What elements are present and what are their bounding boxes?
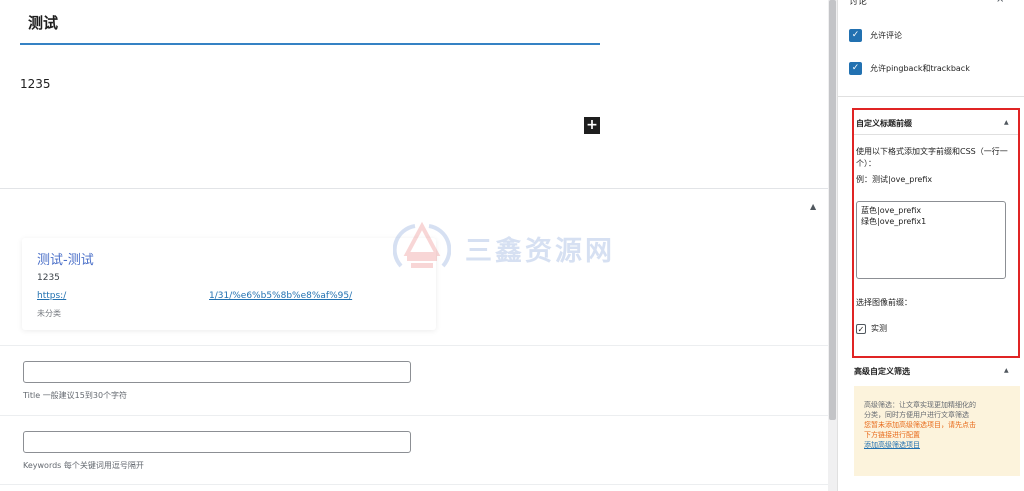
notice-warning-text: 您暂未添加高级筛选项目，请先点击 <box>864 421 976 429</box>
close-icon[interactable]: × <box>996 0 1004 5</box>
preview-excerpt: 1235 <box>37 273 60 283</box>
editor-scrollbar-thumb[interactable] <box>829 0 836 420</box>
notice-text: 分类，同时方便用户进行文章筛选 <box>864 411 969 419</box>
notice-warning-text: 下方链接进行配置 <box>864 431 920 439</box>
title-prefix-textarea[interactable]: 蓝色|ove_prefix 绿色|ove_prefix1 <box>856 201 1006 279</box>
collapse-arrow-icon[interactable]: ▲ <box>810 202 816 211</box>
allow-pingbacks-label: 允许pingback和trackback <box>870 64 970 73</box>
test-prefix-label: 实测 <box>871 324 887 333</box>
checkbox-checked-icon[interactable]: ✓ <box>849 62 862 75</box>
seo-title-hint: Title 一般建议15到30个字符 <box>23 391 128 400</box>
image-prefix-label: 选择图像前缀： <box>856 298 912 307</box>
add-filter-link[interactable]: 添加高级筛选项目 <box>864 440 1010 450</box>
section-divider <box>0 484 828 485</box>
panel-separator <box>854 134 1018 135</box>
notice-text: 高级筛选：让文章实现更加精细化的 <box>864 401 976 409</box>
section-divider <box>0 188 828 189</box>
advanced-filter-notice: 高级筛选：让文章实现更加精细化的 分类，同时方便用户进行文章筛选 您暂未添加高级… <box>854 386 1020 476</box>
preview-title-link[interactable]: 测试-测试 <box>37 249 94 268</box>
seo-keywords-input[interactable] <box>23 431 411 453</box>
textarea-line: 绿色|ove_prefix1 <box>861 217 927 226</box>
title-prefix-description: 使用以下格式添加文字前缀和CSS（一行一个）： <box>856 147 1008 168</box>
seo-keywords-hint: Keywords 每个关键词用逗号隔开 <box>23 461 144 470</box>
section-divider <box>0 345 828 346</box>
post-body-paragraph[interactable]: 1235 <box>20 77 51 91</box>
post-preview-card: 测试-测试 1235 https:/ 1/31/%e6%b5%8b%e8%af%… <box>22 238 436 330</box>
editor-canvas: 测试 1235 + ▲ 测试-测试 1235 https:/ 1/31/%e6%… <box>0 0 828 491</box>
title-prefix-example: 例：测试|ove_prefix <box>856 175 933 184</box>
watermark-logo-icon <box>393 221 451 268</box>
post-title[interactable]: 测试 <box>28 12 58 33</box>
settings-sidebar: 讨论 × ✓ 允许评论 ✓ 允许pingback和trackback 自定义标题… <box>837 0 1024 491</box>
title-focus-underline <box>20 43 600 45</box>
test-prefix-option[interactable]: ✓ 实测 <box>856 323 887 334</box>
preview-permalink-end[interactable]: 1/31/%e6%b5%8b%e8%af%95/ <box>209 291 352 301</box>
collapse-arrow-icon[interactable]: ▲ <box>1004 119 1009 126</box>
title-prefix-panel: 自定义标题前缀 ▲ 使用以下格式添加文字前缀和CSS（一行一个）： 例：测试|o… <box>852 108 1020 358</box>
section-divider <box>0 415 828 416</box>
preview-permalink-start[interactable]: https:/ <box>37 291 66 301</box>
app-root: 测试 1235 + ▲ 测试-测试 1235 https:/ 1/31/%e6%… <box>0 0 1024 491</box>
panel-separator <box>838 96 1024 97</box>
watermark: 三鑫资源网 <box>393 218 643 274</box>
checkbox-checked-icon[interactable]: ✓ <box>856 323 866 334</box>
watermark-text: 三鑫资源网 <box>465 236 615 267</box>
allow-comments-option[interactable]: ✓ 允许评论 <box>849 29 902 42</box>
checkbox-checked-icon[interactable]: ✓ <box>849 29 862 42</box>
seo-title-input[interactable] <box>23 361 411 383</box>
allow-pingbacks-option[interactable]: ✓ 允许pingback和trackback <box>849 62 970 75</box>
add-block-button[interactable]: + <box>584 117 600 134</box>
allow-comments-label: 允许评论 <box>870 31 902 40</box>
discussion-panel-title[interactable]: 讨论 <box>849 0 867 7</box>
textarea-line: 蓝色|ove_prefix <box>861 206 922 215</box>
collapse-arrow-icon[interactable]: ▲ <box>1004 367 1009 374</box>
title-prefix-heading[interactable]: 自定义标题前缀 <box>856 118 912 129</box>
preview-category: 未分类 <box>37 309 61 318</box>
advanced-filter-heading[interactable]: 高级自定义筛选 <box>854 366 910 377</box>
